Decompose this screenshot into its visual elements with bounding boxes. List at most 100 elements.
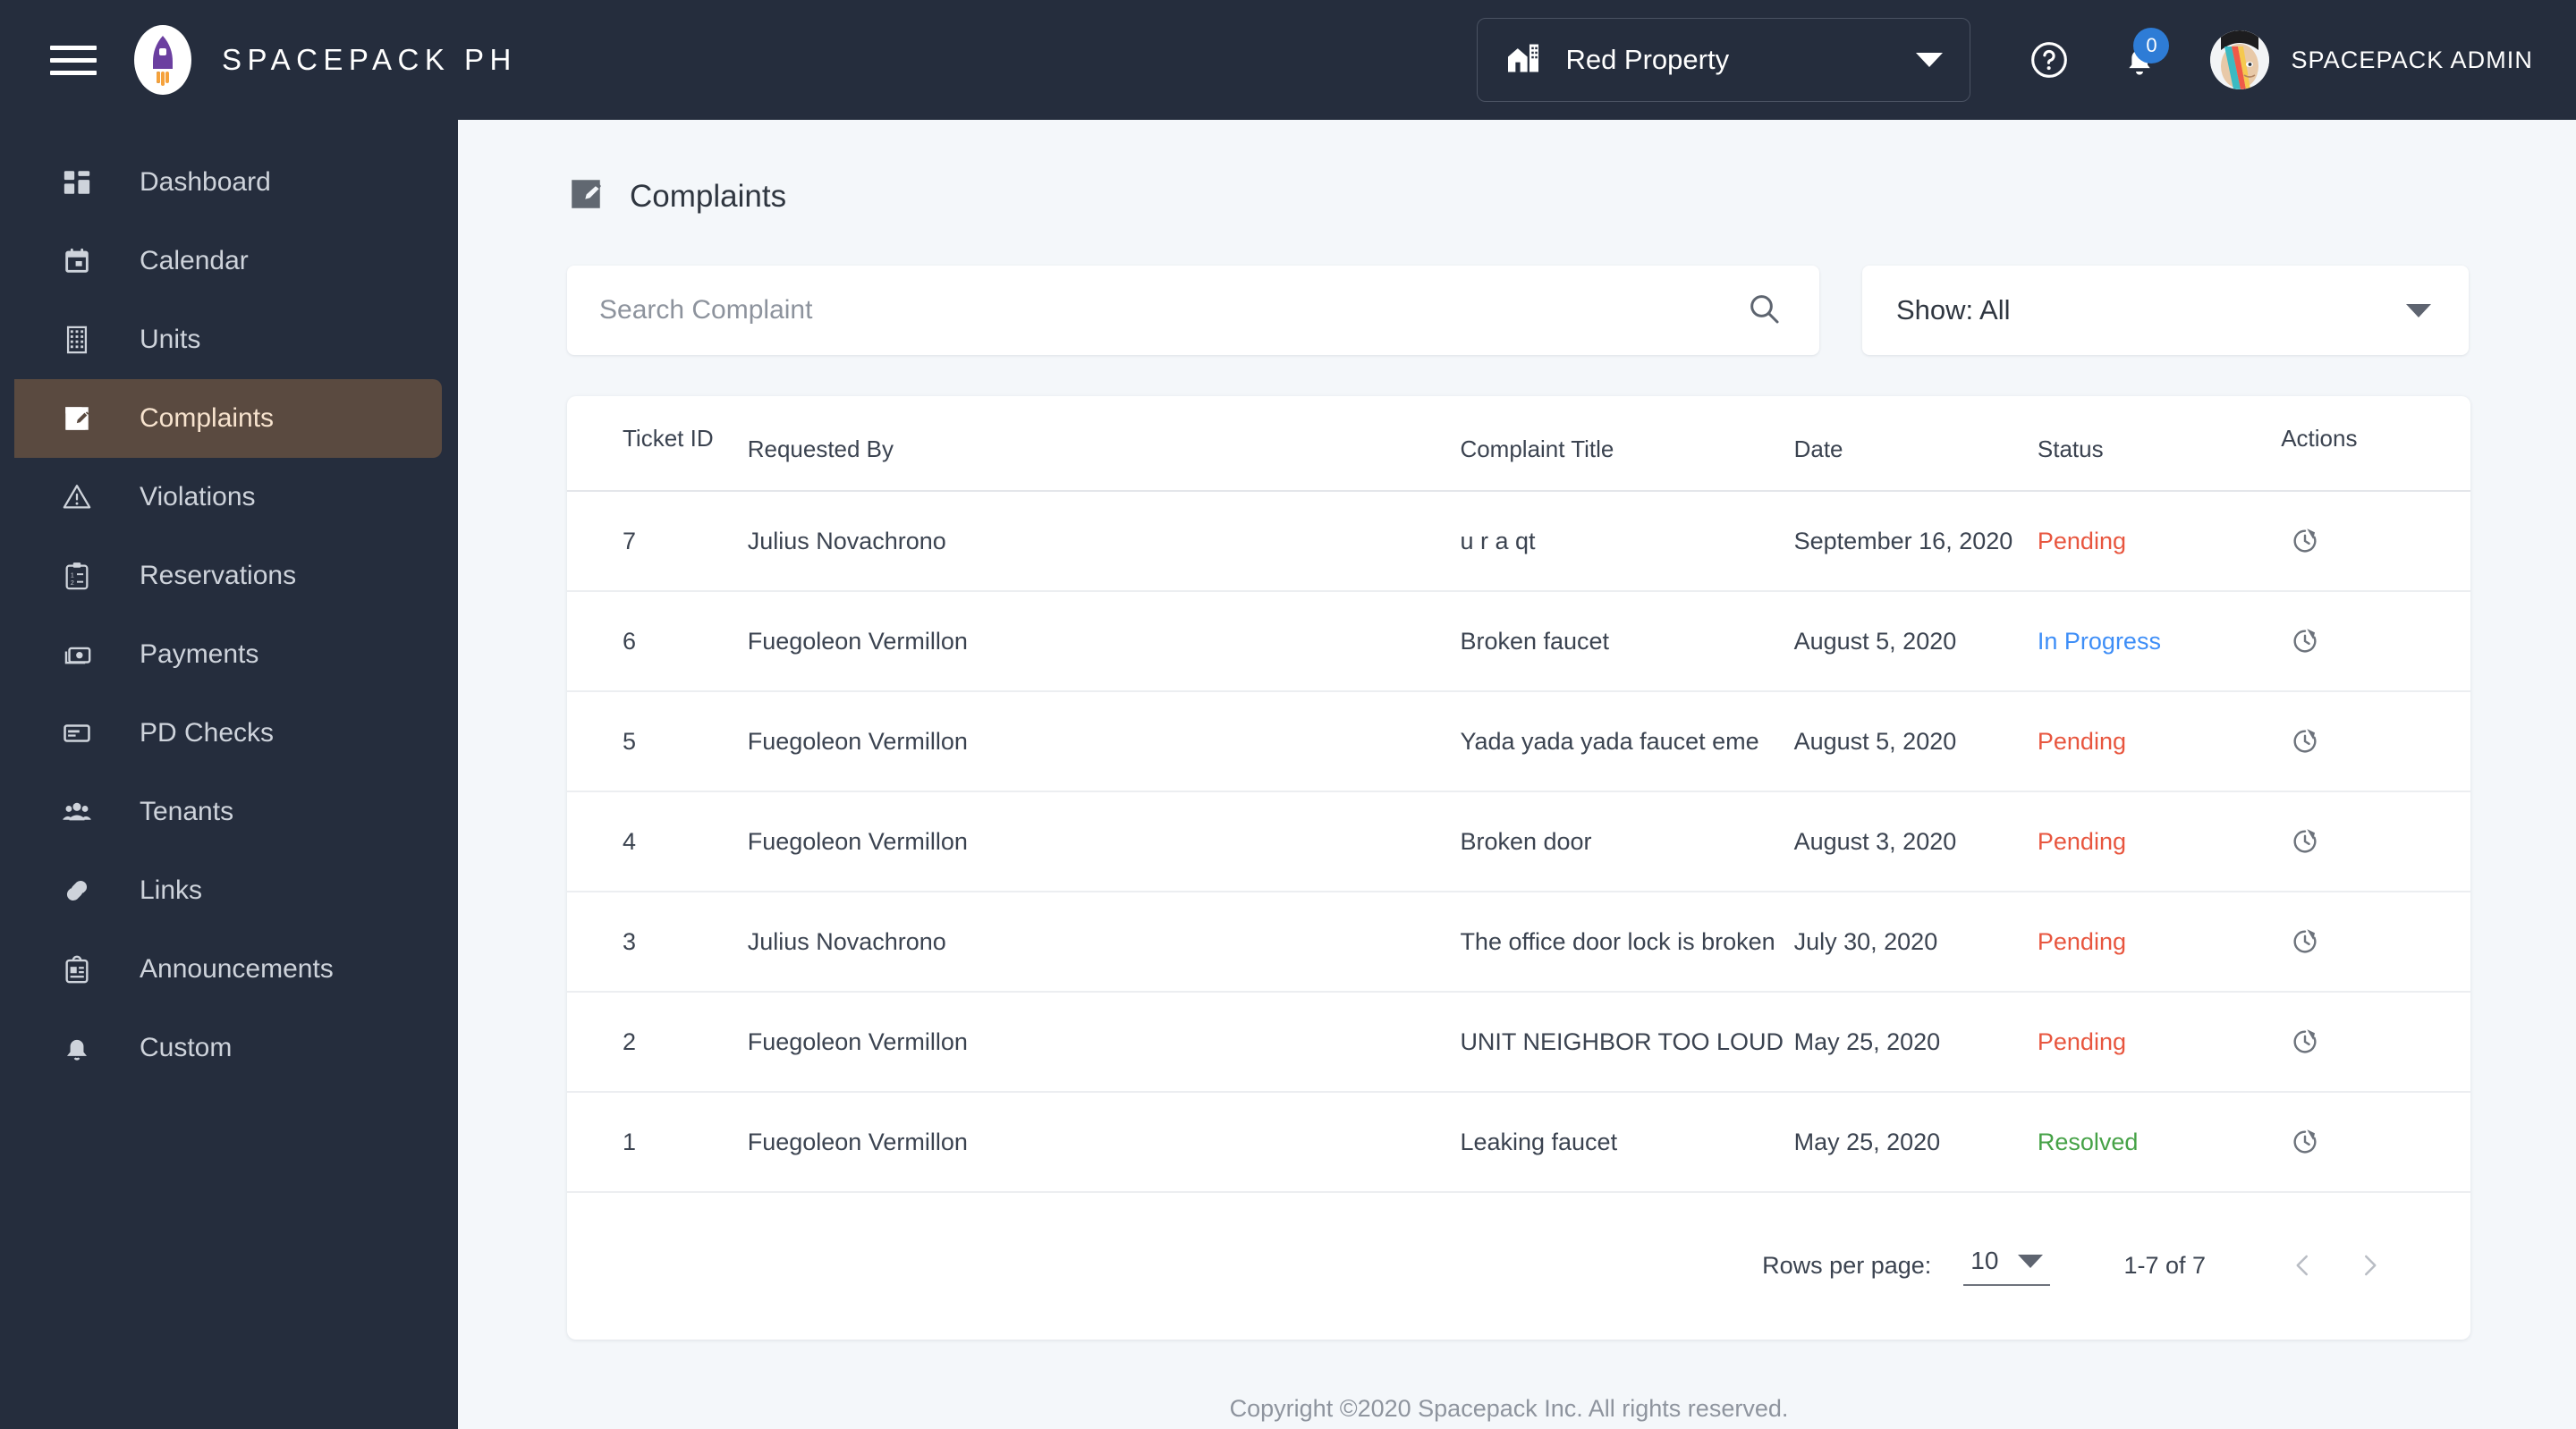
- status-badge: Pending: [2037, 491, 2282, 592]
- svg-text:2: 2: [71, 579, 74, 587]
- column-header-complaint-title: Complaint Title: [1460, 396, 1794, 492]
- page-header: Complaints: [567, 175, 2513, 217]
- sidebar-item-payments[interactable]: Payments: [0, 615, 458, 694]
- cell-ticket-id: 7: [567, 491, 748, 592]
- header-actions: 0 SPACEPACK ADMIN: [2017, 28, 2533, 92]
- table-row[interactable]: 5 Fuegoleon Vermillon Yada yada yada fauce…: [567, 691, 2470, 792]
- status-badge: In Progress: [2037, 591, 2282, 692]
- rows-per-page-label: Rows per page:: [1762, 1251, 1932, 1279]
- brand: SPACEPACK PH: [134, 25, 517, 95]
- cell-ticket-id: 4: [567, 791, 748, 892]
- user-name: SPACEPACK ADMIN: [2291, 46, 2533, 73]
- cell-complaint-title: Yada yada yada faucet eme: [1460, 691, 1794, 792]
- table-row[interactable]: 6 Fuegoleon Vermillon Broken faucet August …: [567, 591, 2470, 692]
- search-icon[interactable]: [1746, 291, 1782, 331]
- brand-name: SPACEPACK PH: [222, 43, 517, 76]
- table-header-row: Ticket ID Requested By Complaint Title D…: [567, 396, 2470, 492]
- hamburger-menu-icon[interactable]: [50, 42, 97, 78]
- column-header-date: Date: [1793, 396, 2038, 492]
- cell-date: September 16, 2020: [1793, 491, 2038, 592]
- user-menu[interactable]: SPACEPACK ADMIN: [2210, 30, 2533, 89]
- table-row[interactable]: 4 Fuegoleon Vermillon Broken door August 3,…: [567, 791, 2470, 892]
- show-filter-select[interactable]: Show: All: [1862, 266, 2469, 355]
- cell-ticket-id: 1: [567, 1092, 748, 1193]
- cell-complaint-title: Leaking faucet: [1460, 1092, 1794, 1193]
- next-page-button[interactable]: [2336, 1232, 2402, 1298]
- cell-requested-by: Fuegoleon Vermillon: [747, 992, 1461, 1093]
- warning-icon: [55, 482, 98, 512]
- cell-date: August 5, 2020: [1793, 591, 2038, 692]
- sidebar-item-label: Links: [140, 875, 203, 905]
- cell-requested-by: Fuegoleon Vermillon: [747, 691, 1461, 792]
- money-icon: [55, 639, 98, 670]
- table-row[interactable]: 1 Fuegoleon Vermillon Leaking faucet May 25…: [567, 1092, 2470, 1193]
- table-row[interactable]: 7 Julius Novachrono u r a qt September 16, …: [567, 491, 2470, 592]
- sidebar-item-label: Complaints: [140, 403, 275, 433]
- cell-requested-by: Fuegoleon Vermillon: [747, 791, 1461, 892]
- sidebar-item-dashboard[interactable]: Dashboard: [0, 143, 458, 222]
- building-icon: [55, 325, 98, 355]
- cell-requested-by: Fuegoleon Vermillon: [747, 591, 1461, 692]
- history-update-icon[interactable]: [2281, 517, 2329, 565]
- sidebar-item-custom[interactable]: Custom: [0, 1009, 458, 1087]
- table-row[interactable]: 2 Fuegoleon Vermillon UNIT NEIGHBOR TOO LO…: [567, 992, 2470, 1093]
- sidebar-item-complaints[interactable]: Complaints: [14, 379, 442, 458]
- sidebar-item-label: PD Checks: [140, 718, 275, 748]
- cell-requested-by: Fuegoleon Vermillon: [747, 1092, 1461, 1193]
- cell-complaint-title: UNIT NEIGHBOR TOO LOUD: [1460, 992, 1794, 1093]
- rows-per-page-select[interactable]: 10: [1963, 1245, 2051, 1286]
- search-box: [567, 266, 1819, 355]
- main-content: Complaints Show: All: [458, 120, 2576, 1429]
- cell-date: May 25, 2020: [1793, 1092, 2038, 1193]
- previous-page-button[interactable]: [2270, 1232, 2336, 1298]
- sidebar-item-pd-checks[interactable]: PD Checks: [0, 694, 458, 773]
- help-circle-icon[interactable]: [2017, 28, 2081, 92]
- history-update-icon[interactable]: [2281, 617, 2329, 665]
- sidebar-item-reservations[interactable]: 12 Reservations: [0, 537, 458, 615]
- link-icon: [55, 875, 98, 906]
- property-value: Red Property: [1565, 44, 1730, 75]
- complaint-edit-icon: [567, 175, 605, 217]
- sidebar-item-label: Calendar: [140, 246, 249, 275]
- show-filter-label: Show: All: [1896, 294, 2011, 326]
- rows-per-page-value: 10: [1970, 1247, 1999, 1274]
- history-update-icon[interactable]: [2281, 717, 2329, 765]
- cell-requested-by: Julius Novachrono: [747, 491, 1461, 592]
- column-header-ticket-id: Ticket ID: [567, 396, 748, 492]
- people-icon: [55, 797, 98, 827]
- check-card-icon: [55, 718, 98, 748]
- history-update-icon[interactable]: [2281, 817, 2329, 866]
- svg-text:1: 1: [71, 571, 74, 579]
- announcement-icon: [55, 954, 98, 985]
- history-update-icon[interactable]: [2281, 1118, 2329, 1166]
- body: Dashboard Calendar Units Complaints Viol…: [0, 120, 2576, 1429]
- history-update-icon[interactable]: [2281, 917, 2329, 966]
- sidebar-item-links[interactable]: Links: [0, 851, 458, 930]
- cell-ticket-id: 6: [567, 591, 748, 692]
- clipboard-list-icon: 12: [55, 561, 98, 591]
- sidebar-item-violations[interactable]: Violations: [0, 458, 458, 537]
- status-badge: Resolved: [2037, 1092, 2282, 1193]
- search-input[interactable]: [583, 295, 1746, 326]
- sidebar-item-label: Custom: [140, 1033, 233, 1062]
- cell-actions: [2281, 992, 2470, 1093]
- notification-badge: 0: [2133, 28, 2170, 63]
- table-row[interactable]: 3 Julius Novachrono The office door lock i…: [567, 892, 2470, 993]
- history-update-icon[interactable]: [2281, 1018, 2329, 1066]
- column-header-status: Status: [2037, 396, 2282, 492]
- cell-actions: [2281, 591, 2470, 692]
- status-badge: Pending: [2037, 892, 2282, 993]
- complaints-card: Ticket ID Requested By Complaint Title D…: [567, 396, 2470, 1340]
- sidebar-item-calendar[interactable]: Calendar: [0, 222, 458, 300]
- sidebar-item-units[interactable]: Units: [0, 300, 458, 379]
- sidebar-item-tenants[interactable]: Tenants: [0, 773, 458, 851]
- column-header-requested-by: Requested By: [747, 396, 1461, 492]
- pagination: Rows per page: 10 1-7 of 7: [567, 1193, 2470, 1298]
- table-head: Ticket ID Requested By Complaint Title D…: [567, 396, 2470, 492]
- footer-copyright: Copyright ©2020 Spacepack Inc. All right…: [1229, 1395, 1789, 1422]
- sidebar-item-announcements[interactable]: Announcements: [0, 930, 458, 1009]
- notifications-button[interactable]: 0: [2101, 28, 2178, 92]
- status-badge: Pending: [2037, 992, 2282, 1093]
- cell-ticket-id: 2: [567, 992, 748, 1093]
- property-selector[interactable]: Red Property: [1477, 18, 1971, 102]
